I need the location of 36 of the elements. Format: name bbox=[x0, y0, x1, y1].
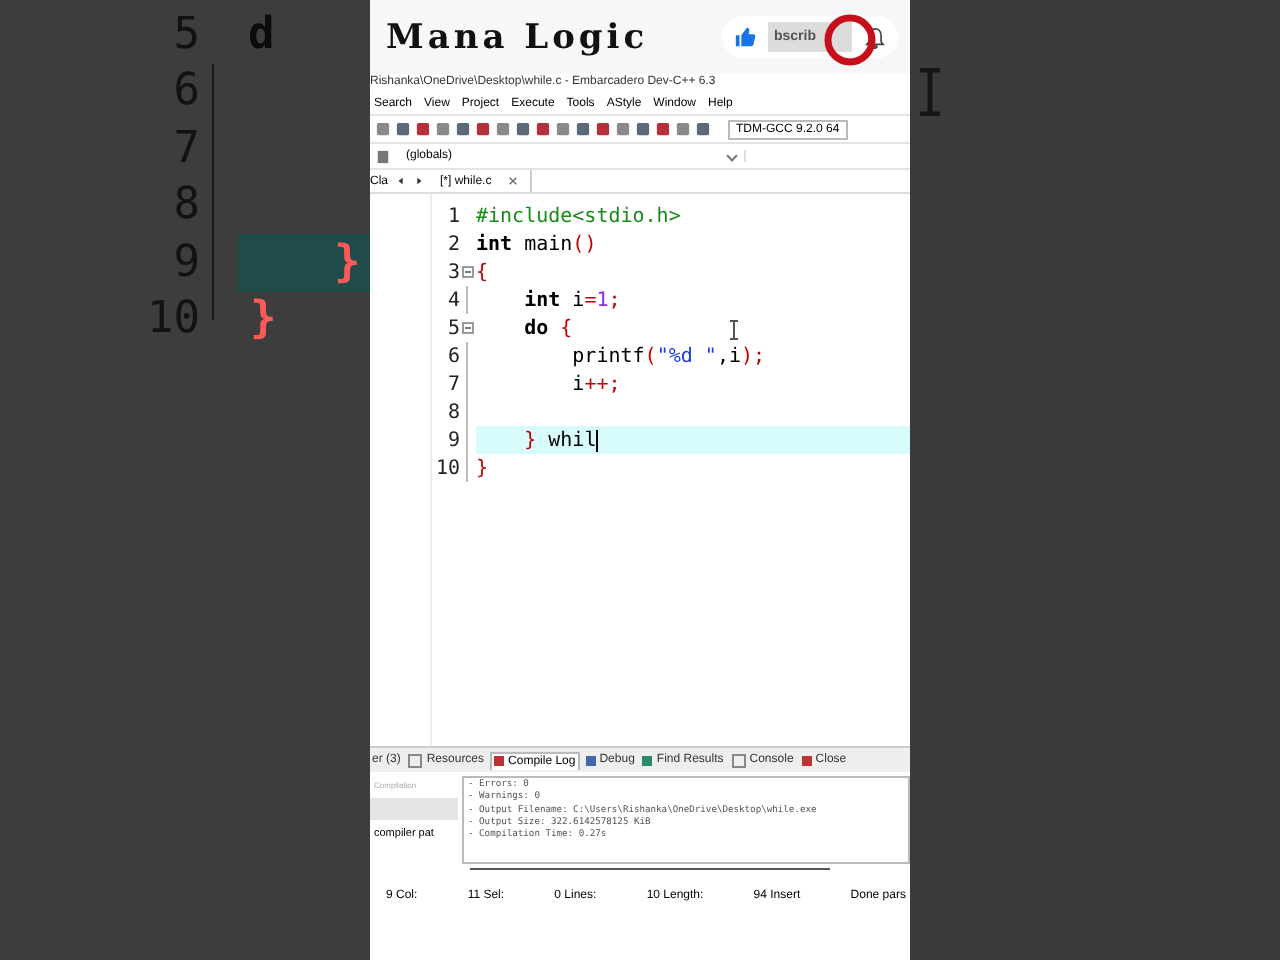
fold-marker-icon[interactable] bbox=[462, 266, 474, 278]
close-icon[interactable] bbox=[507, 176, 518, 186]
class-icon[interactable] bbox=[376, 149, 390, 163]
fold-marker-icon[interactable] bbox=[462, 322, 474, 334]
code-text: } bbox=[248, 294, 277, 345]
text-cursor-icon bbox=[918, 68, 942, 116]
code-line: i++; bbox=[570, 373, 621, 395]
bell-icon[interactable] bbox=[864, 25, 886, 49]
code-text: } bbox=[332, 237, 361, 288]
options-box bbox=[370, 798, 458, 820]
left-arrow-icon[interactable] bbox=[396, 176, 407, 186]
line-number: 4 bbox=[445, 289, 460, 311]
caret-icon bbox=[726, 150, 738, 162]
line-number: 10 bbox=[433, 457, 460, 479]
line-number: 2 bbox=[445, 233, 460, 255]
line-number: 6 bbox=[445, 345, 460, 367]
code-line: } bbox=[476, 457, 489, 479]
code-line: } whil bbox=[522, 429, 599, 451]
code-line: { bbox=[476, 261, 489, 283]
text-cursor-icon bbox=[728, 320, 740, 340]
code-line: do { bbox=[522, 317, 573, 339]
line-number: 9 bbox=[445, 429, 460, 451]
scroll-bar[interactable] bbox=[470, 868, 830, 870]
code-line: int i=1; bbox=[522, 289, 621, 311]
line-number: 8 bbox=[445, 401, 460, 423]
thumbs-up-icon[interactable] bbox=[733, 26, 756, 48]
right-arrow-icon[interactable] bbox=[414, 176, 425, 186]
line-number: 3 bbox=[445, 261, 460, 283]
code-line: int main() bbox=[476, 233, 597, 255]
code-line: #include<stdio.h> bbox=[476, 205, 681, 227]
line-number: 1 bbox=[445, 205, 460, 227]
code-line: printf("%d ",i); bbox=[570, 345, 766, 367]
channel-name: Mana Logic bbox=[386, 17, 649, 57]
line-number: 5 bbox=[445, 317, 460, 339]
circle-annotation bbox=[823, 14, 876, 66]
line-number: 7 bbox=[445, 373, 460, 395]
